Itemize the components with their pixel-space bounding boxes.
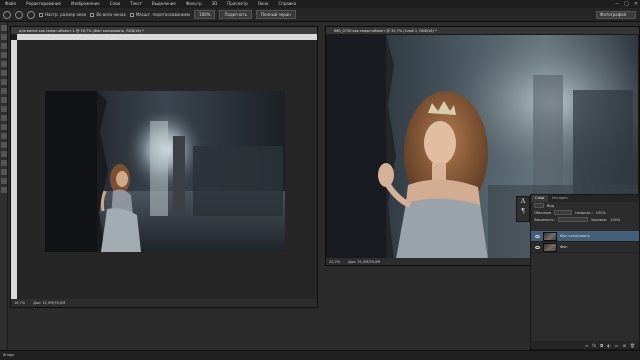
marquee-tool-icon[interactable] <box>1 34 7 40</box>
brush-tool-icon[interactable] <box>1 88 7 94</box>
resize-windows-checkbox[interactable] <box>39 12 43 17</box>
gradient-tool-icon[interactable] <box>1 124 7 130</box>
workspace-select[interactable]: Фотография <box>596 11 636 19</box>
hand-tool-icon[interactable] <box>1 178 7 184</box>
all-windows-checkbox[interactable] <box>90 12 95 17</box>
history-brush-tool-icon[interactable] <box>1 106 7 112</box>
lock-label: Закрепить: <box>534 217 555 222</box>
lock-icons[interactable] <box>557 217 588 222</box>
layer-thumbnail <box>543 242 557 252</box>
tools-panel <box>0 22 8 350</box>
opacity-label: Непрозр.: <box>574 210 593 215</box>
fill-screen-button[interactable]: Полный экран <box>256 10 296 19</box>
opacity-input[interactable]: 100% <box>596 211 606 215</box>
doc2-doc-info[interactable]: Док: 31,9M/39,0M <box>348 260 380 264</box>
layer-name[interactable]: Фон копировать <box>560 234 590 238</box>
adjustment-layer-icon[interactable]: ◐ <box>607 343 611 348</box>
doc2-zoom-field[interactable]: 32,7% <box>329 260 340 264</box>
mini-bridge-bar[interactable]: Bridge <box>0 350 640 360</box>
visibility-eye-icon[interactable] <box>535 245 540 249</box>
zoom-in-icon[interactable] <box>15 10 23 19</box>
menu-file[interactable]: Файл <box>0 0 21 8</box>
dodge-tool-icon[interactable] <box>1 133 7 139</box>
window-controls: − □ × <box>615 0 638 8</box>
menu-filter[interactable]: Фильтр <box>181 0 207 8</box>
stamp-tool-icon[interactable] <box>1 97 7 103</box>
menu-3d[interactable]: 3D <box>207 0 223 8</box>
doc2-title[interactable]: IMG_0730 как смарт-объект @ 32,7% (Слой … <box>326 27 639 34</box>
fill-input[interactable]: 100% <box>610 218 620 222</box>
new-group-icon[interactable]: ▭ <box>615 343 619 348</box>
new-layer-icon[interactable]: ⊞ <box>623 343 626 348</box>
add-mask-icon[interactable]: ◘ <box>600 343 603 348</box>
menu-image[interactable]: Изображение <box>66 0 105 8</box>
collapsed-panels-dock: A ¶ <box>516 196 530 222</box>
pen-tool-icon[interactable] <box>1 142 7 148</box>
scrubby-zoom-checkbox[interactable] <box>129 12 134 17</box>
scrubby-zoom-option[interactable]: Масшт. перетаскиванием <box>129 12 191 17</box>
layers-panel-tabs: Слои История <box>531 195 639 202</box>
blend-mode-select[interactable]: Обычные <box>534 211 551 215</box>
menu-select[interactable]: Выделение <box>147 0 181 8</box>
close-icon[interactable]: × <box>634 0 638 8</box>
paragraph-panel-icon[interactable]: ¶ <box>517 207 529 217</box>
scrubby-zoom-label: Масшт. перетаскиванием <box>135 12 191 17</box>
blend-opacity-row: Обычные Непрозр.: 100% <box>531 209 639 216</box>
layer-filter-row: Вид <box>531 202 639 209</box>
character-panel-icon[interactable]: A <box>517 197 529 207</box>
doc1-title[interactable]: для вопса как смарт-объект-1 @ 16,7% (Фо… <box>11 27 317 34</box>
move-tool-icon[interactable] <box>1 25 7 31</box>
zoom-tool-icon[interactable] <box>3 10 11 19</box>
shape-tool-icon[interactable] <box>1 169 7 175</box>
doc1-zoom-field[interactable]: 16,7% <box>14 301 25 305</box>
layer-name[interactable]: Фон <box>560 245 567 249</box>
options-bar: Настр. размер окон Во всех окнах Масшт. … <box>0 8 640 22</box>
minimize-icon[interactable]: − <box>615 0 619 8</box>
filter-kind-select[interactable] <box>534 203 544 208</box>
doc1-doc-info[interactable]: Док: 31,9M/39,0M <box>33 301 65 305</box>
quick-select-tool-icon[interactable] <box>1 52 7 58</box>
fit-screen-button[interactable]: Подогнать <box>219 10 253 19</box>
path-select-tool-icon[interactable] <box>1 160 7 166</box>
eyedropper-tool-icon[interactable] <box>1 70 7 76</box>
maximize-icon[interactable]: □ <box>624 0 629 8</box>
menu-bar: Файл Редактирование Изображение Слои Тек… <box>0 0 640 8</box>
layer-row-background-copy[interactable]: Фон копировать <box>531 231 639 242</box>
tab-history[interactable]: История <box>548 195 571 202</box>
resize-windows-option[interactable]: Настр. размер окон <box>39 12 86 17</box>
menu-window[interactable]: Окно <box>253 0 274 8</box>
lasso-tool-icon[interactable] <box>1 43 7 49</box>
document-window-1[interactable]: для вопса как смарт-объект-1 @ 16,7% (Фо… <box>10 26 318 308</box>
zoom-tool-small-icon[interactable] <box>1 187 7 193</box>
tab-layers[interactable]: Слои <box>531 195 549 202</box>
all-windows-option[interactable]: Во всех окнах <box>90 12 126 17</box>
type-tool-icon[interactable] <box>1 151 7 157</box>
layer-thumbnail <box>543 231 557 241</box>
healing-tool-icon[interactable] <box>1 79 7 85</box>
layer-row-background[interactable]: Фон <box>531 242 639 253</box>
fill-label: Заливка: <box>590 217 608 222</box>
lock-fill-row: Закрепить: Заливка: 100% <box>531 216 639 223</box>
menu-view[interactable]: Просмотр <box>222 0 253 8</box>
filter-kind-label: Вид <box>547 203 555 208</box>
zoom-100-button[interactable]: 100% <box>194 10 216 19</box>
layer-style-icon[interactable]: fx <box>592 343 596 348</box>
all-windows-label: Во всех окнах <box>96 12 126 17</box>
crop-tool-icon[interactable] <box>1 61 7 67</box>
layers-bottom-bar: ∞ fx ◘ ◐ ▭ ⊞ 🗑 <box>531 341 639 349</box>
visibility-eye-icon[interactable] <box>535 234 540 238</box>
eraser-tool-icon[interactable] <box>1 115 7 121</box>
zoom-out-icon[interactable] <box>27 10 35 19</box>
blend-mode-field[interactable] <box>553 210 572 215</box>
resize-windows-label: Настр. размер окон <box>45 12 87 17</box>
link-layers-icon[interactable]: ∞ <box>585 343 588 348</box>
menu-help[interactable]: Справка <box>273 0 301 8</box>
layers-panel: Слои История Вид Обычные Непрозр.: 100% … <box>530 194 640 350</box>
menu-edit[interactable]: Редактирование <box>21 0 66 8</box>
doc1-status-bar: 16,7% Док: 31,9M/39,0M <box>11 299 317 307</box>
delete-layer-icon[interactable]: 🗑 <box>630 343 635 348</box>
menu-layers[interactable]: Слои <box>105 0 125 8</box>
menu-type[interactable]: Текст <box>125 0 147 8</box>
doc1-photo[interactable] <box>45 91 285 252</box>
